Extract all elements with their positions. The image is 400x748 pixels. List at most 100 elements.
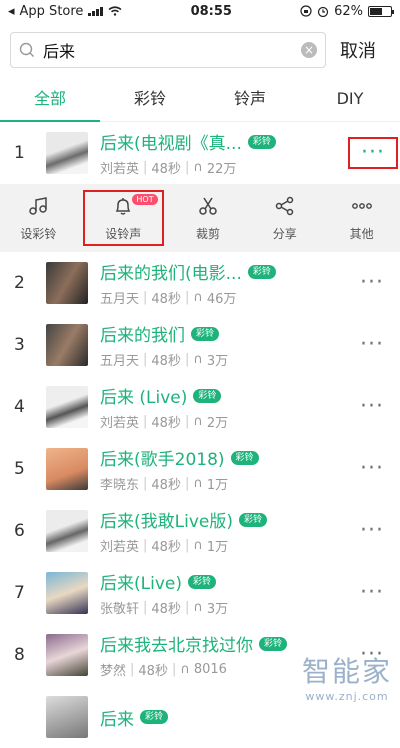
duration: 48秒 [151,478,181,493]
meta-divider: | [184,414,190,429]
artist-name: 刘若英 [100,540,140,555]
status-left: ◂ App Store [8,4,122,19]
tab-3[interactable]: DIY [300,78,400,121]
more-options-button[interactable]: ··· [360,458,384,480]
title-line: 后来 彩铃 [100,705,400,730]
result-row[interactable]: 4 后来 (Live) 彩铃 刘若英 | 48秒 | ∩ 2万 ··· [0,376,400,438]
alarm-icon [317,6,329,17]
result-row[interactable]: 2 后来的我们(电影... 彩铃 五月天 | 48秒 | ∩ 46万 ··· [0,252,400,314]
status-time: 08:55 [190,3,232,19]
song-meta: 刘若英 | 48秒 | ∩ 1万 [100,536,400,555]
meta-divider: | [143,476,148,491]
status-right: 62% [300,3,394,19]
meta-divider: | [143,352,148,367]
status-bar: ◂ App Store 08:55 62% [0,0,400,22]
meta-divider: | [143,290,148,305]
meta-divider: | [184,352,190,367]
album-thumbnail [46,696,88,738]
album-thumbnail [46,132,88,174]
play-count: 3万 [206,602,229,617]
play-count: 46万 [206,292,237,307]
row-index: 3 [14,335,25,355]
ringback-badge: 彩铃 [259,636,288,651]
more-options-button[interactable]: ··· [360,334,384,356]
ringback-badge: 彩铃 [193,388,222,403]
action-bell[interactable]: 设铃声 HOT [82,190,164,246]
row-index: 7 [14,583,25,603]
title-line: 后来的我们 彩铃 [100,321,400,346]
play-count: 3万 [206,354,229,369]
clear-icon[interactable]: × [301,42,317,58]
result-row[interactable]: 6 后来(我敢Live版) 彩铃 刘若英 | 48秒 | ∩ 1万 ··· [0,500,400,562]
meta-divider: | [130,662,135,677]
song-title: 后来 [100,709,134,730]
row-index: 2 [14,273,25,293]
play-count: 2万 [206,416,229,431]
duration: 48秒 [151,354,181,369]
watermark-sub: www.znj.com [305,690,389,703]
more-options-button[interactable]: ··· [348,137,398,169]
back-arrow-icon[interactable]: ◂ [8,4,15,19]
title-line: 后来 (Live) 彩铃 [100,383,400,408]
more-options-button[interactable]: ··· [360,582,384,604]
result-row[interactable]: 5 后来(歌手2018) 彩铃 李晓东 | 48秒 | ∩ 1万 ··· [0,438,400,500]
action-bar: 设彩铃 设铃声 HOT 裁剪 分享 其他 [0,184,400,252]
ringback-badge: 彩铃 [247,264,276,279]
album-thumbnail [46,572,88,614]
result-info: 后来的我们 彩铃五月天 | 48秒 | ∩ 3万 [100,321,400,369]
row-index: 6 [14,521,25,541]
ringback-badge: 彩铃 [191,326,220,341]
search-row: 后来 × 取消 [0,22,400,72]
result-info: 后来 (Live) 彩铃 刘若英 | 48秒 | ∩ 2万 [100,383,400,431]
action-label: 设铃声 [105,226,142,241]
song-meta: 五月天 | 48秒 | ∩ 3万 [100,350,400,369]
more-options-button[interactable]: ··· [360,520,384,542]
search-input[interactable]: 后来 × [10,32,326,68]
result-info: 后来 彩铃 [100,705,400,730]
result-row[interactable]: 3 后来的我们 彩铃五月天 | 48秒 | ∩ 3万 ··· [0,314,400,376]
headphone-icon: ∩ [193,290,203,305]
ringback-badge: 彩铃 [187,574,216,589]
result-info: 后来(歌手2018) 彩铃 李晓东 | 48秒 | ∩ 1万 [100,445,400,493]
artist-name: 张敬轩 [100,602,140,617]
song-meta: 张敬轩 | 48秒 | ∩ 3万 [100,598,400,617]
result-row[interactable]: 1 后来(电视剧《真... 彩铃 刘若英 | 48秒 | ∩ 22万 ··· [0,122,400,184]
watermark-main: 智能家 [301,655,392,688]
action-music-note[interactable]: 设彩铃 [0,195,77,242]
battery-percent: 62% [334,3,363,19]
headphone-icon: ∩ [193,476,203,491]
action-scissors[interactable]: 裁剪 [170,195,247,242]
music-note-icon [27,195,49,220]
carrier-label: App Store [19,3,84,19]
result-info: 后来(我敢Live版) 彩铃 刘若英 | 48秒 | ∩ 1万 [100,507,400,555]
tab-1[interactable]: 彩铃 [100,78,200,121]
headphone-icon: ∩ [193,160,203,175]
title-line: 后来(Live) 彩铃 [100,569,400,594]
title-line: 后来(歌手2018) 彩铃 [100,445,400,470]
duration: 48秒 [151,540,181,555]
more-options-button[interactable]: ··· [360,396,384,418]
search-icon [19,42,34,57]
headphone-icon: ∩ [180,662,190,677]
meta-divider: | [143,538,148,553]
song-meta: 五月天 | 48秒 | ∩ 46万 [100,288,400,307]
tab-2[interactable]: 铃声 [200,78,300,121]
tab-bar: 全部 彩铃 铃声 DIY [0,78,400,122]
cancel-button[interactable]: 取消 [326,37,390,63]
meta-divider: | [184,600,190,615]
rotation-lock-icon [300,5,312,17]
duration: 48秒 [151,602,181,617]
wifi-icon [108,6,122,16]
tab-0[interactable]: 全部 [0,78,100,122]
result-row[interactable]: 7 后来(Live) 彩铃 张敬轩 | 48秒 | ∩ 3万 ··· [0,562,400,624]
action-label: 其他 [349,226,374,241]
meta-divider: | [143,414,148,429]
meta-divider: | [184,476,190,491]
search-query[interactable]: 后来 [43,38,293,62]
row-index: 8 [14,645,25,665]
more-options-button[interactable]: ··· [360,272,384,294]
action-share[interactable]: 分享 [246,195,323,242]
ringback-badge: 彩铃 [230,450,259,465]
artist-name: 刘若英 [100,162,140,177]
action-more[interactable]: 其他 [323,195,400,242]
